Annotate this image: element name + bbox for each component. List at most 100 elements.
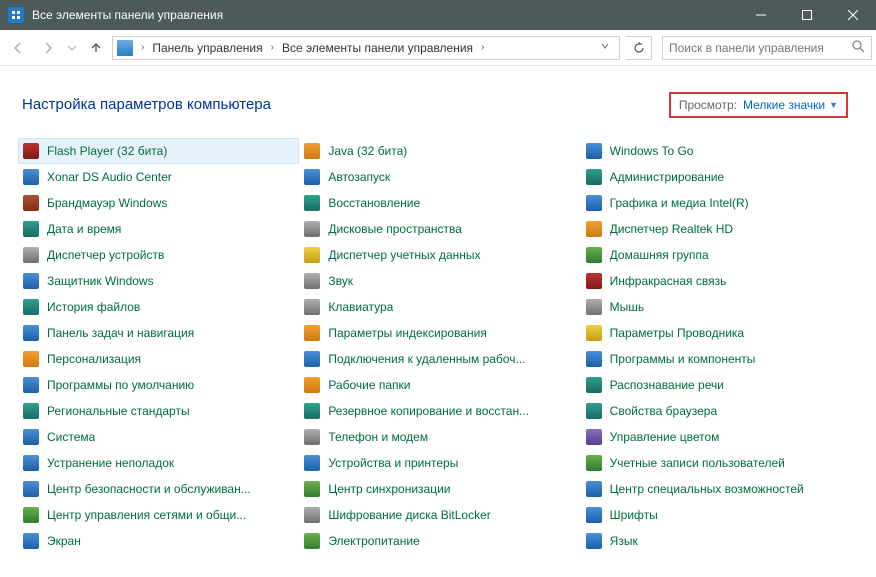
item-label: Центр управления сетями и общи... (47, 508, 246, 522)
refresh-button[interactable] (626, 36, 652, 60)
control-panel-item[interactable]: Мышь (581, 294, 862, 320)
control-panel-item[interactable]: Устранение неполадок (18, 450, 299, 476)
control-panel-item[interactable]: Программы по умолчанию (18, 372, 299, 398)
item-icon (23, 325, 39, 341)
control-panel-item[interactable]: Распознавание речи (581, 372, 862, 398)
back-button[interactable] (4, 34, 32, 62)
control-panel-items: Flash Player (32 бита)Xonar DS Audio Cen… (0, 126, 876, 566)
control-panel-item[interactable]: Параметры Проводника (581, 320, 862, 346)
control-panel-item[interactable]: Администрирование (581, 164, 862, 190)
item-label: Рабочие папки (328, 378, 410, 392)
control-panel-item[interactable]: Брандмауэр Windows (18, 190, 299, 216)
item-label: Диспетчер устройств (47, 248, 164, 262)
control-panel-item[interactable]: Учетные записи пользователей (581, 450, 862, 476)
item-label: Восстановление (328, 196, 420, 210)
search-input[interactable] (669, 41, 852, 55)
control-panel-item[interactable]: Дата и время (18, 216, 299, 242)
control-panel-item[interactable]: Управление цветом (581, 424, 862, 450)
control-panel-item[interactable]: Звук (299, 268, 580, 294)
control-panel-item[interactable]: Графика и медиа Intel(R) (581, 190, 862, 216)
control-panel-item[interactable]: Параметры индексирования (299, 320, 580, 346)
minimize-button[interactable] (738, 0, 784, 30)
item-icon (304, 533, 320, 549)
control-panel-item[interactable]: Рабочие папки (299, 372, 580, 398)
control-panel-item[interactable]: Java (32 бита) (299, 138, 580, 164)
control-panel-item[interactable]: Резервное копирование и восстан... (299, 398, 580, 424)
item-label: Распознавание речи (610, 378, 724, 392)
item-icon (23, 221, 39, 237)
control-panel-item[interactable]: Диспетчер Realtek HD (581, 216, 862, 242)
item-label: Центр специальных возможностей (610, 482, 804, 496)
control-panel-item[interactable]: Windows To Go (581, 138, 862, 164)
item-label: Программы по умолчанию (47, 378, 194, 392)
control-panel-item[interactable]: Инфракрасная связь (581, 268, 862, 294)
maximize-button[interactable] (784, 0, 830, 30)
item-label: Брандмауэр Windows (47, 196, 167, 210)
control-panel-item[interactable]: Программы и компоненты (581, 346, 862, 372)
control-panel-item[interactable]: Шрифты (581, 502, 862, 528)
item-label: История файлов (47, 300, 140, 314)
chevron-right-icon[interactable]: › (139, 42, 146, 53)
control-panel-item[interactable]: Центр синхронизации (299, 476, 580, 502)
control-panel-item[interactable]: Дисковые пространства (299, 216, 580, 242)
item-icon (304, 403, 320, 419)
item-icon (304, 507, 320, 523)
control-panel-item[interactable]: Региональные стандарты (18, 398, 299, 424)
control-panel-item[interactable]: Диспетчер учетных данных (299, 242, 580, 268)
item-icon (586, 195, 602, 211)
control-panel-item[interactable]: Защитник Windows (18, 268, 299, 294)
item-label: Шифрование диска BitLocker (328, 508, 490, 522)
control-panel-item[interactable]: Устройства и принтеры (299, 450, 580, 476)
control-panel-item[interactable]: Центр безопасности и обслуживан... (18, 476, 299, 502)
item-label: Управление цветом (610, 430, 720, 444)
control-panel-item[interactable]: Flash Player (32 бита) (18, 138, 299, 164)
chevron-right-icon[interactable]: › (479, 42, 486, 53)
control-panel-item[interactable]: Центр специальных возможностей (581, 476, 862, 502)
control-panel-item[interactable]: Диспетчер устройств (18, 242, 299, 268)
item-icon (586, 351, 602, 367)
item-icon (586, 143, 602, 159)
control-panel-item[interactable]: Экран (18, 528, 299, 554)
chevron-right-icon[interactable]: › (269, 42, 276, 53)
control-panel-item[interactable]: Свойства браузера (581, 398, 862, 424)
control-panel-item[interactable]: Электропитание (299, 528, 580, 554)
item-icon (23, 143, 39, 159)
item-label: Подключения к удаленным рабоч... (328, 352, 525, 366)
address-bar[interactable]: › Панель управления › Все элементы панел… (112, 36, 620, 60)
up-button[interactable] (82, 34, 110, 62)
item-icon (304, 299, 320, 315)
item-icon (23, 403, 39, 419)
control-panel-item[interactable]: Панель задач и навигация (18, 320, 299, 346)
control-panel-item[interactable]: Восстановление (299, 190, 580, 216)
search-icon (852, 40, 865, 56)
close-button[interactable] (830, 0, 876, 30)
control-panel-item[interactable]: Телефон и модем (299, 424, 580, 450)
breadcrumb-root[interactable]: Панель управления (148, 39, 266, 57)
control-panel-item[interactable]: Центр управления сетями и общи... (18, 502, 299, 528)
item-icon (586, 403, 602, 419)
control-panel-item[interactable]: Домашняя группа (581, 242, 862, 268)
control-panel-item[interactable]: Шифрование диска BitLocker (299, 502, 580, 528)
view-by-dropdown[interactable]: Мелкие значки ▼ (743, 98, 838, 112)
recent-locations-button[interactable] (64, 34, 80, 62)
control-panel-item[interactable]: Подключения к удаленным рабоч... (299, 346, 580, 372)
control-panel-item[interactable]: Автозапуск (299, 164, 580, 190)
control-panel-item[interactable]: Система (18, 424, 299, 450)
search-box[interactable] (662, 36, 872, 60)
forward-button[interactable] (34, 34, 62, 62)
item-label: Центр безопасности и обслуживан... (47, 482, 251, 496)
address-dropdown-button[interactable] (595, 42, 615, 53)
item-icon (304, 273, 320, 289)
navigation-bar: › Панель управления › Все элементы панел… (0, 30, 876, 66)
control-panel-item[interactable]: Клавиатура (299, 294, 580, 320)
control-panel-item[interactable]: Xonar DS Audio Center (18, 164, 299, 190)
item-icon (586, 377, 602, 393)
item-icon (23, 455, 39, 471)
item-icon (586, 481, 602, 497)
item-icon (23, 195, 39, 211)
breadcrumb-current[interactable]: Все элементы панели управления (278, 39, 477, 57)
control-panel-item[interactable]: Персонализация (18, 346, 299, 372)
control-panel-item[interactable]: История файлов (18, 294, 299, 320)
control-panel-item[interactable]: Язык (581, 528, 862, 554)
item-icon (586, 247, 602, 263)
